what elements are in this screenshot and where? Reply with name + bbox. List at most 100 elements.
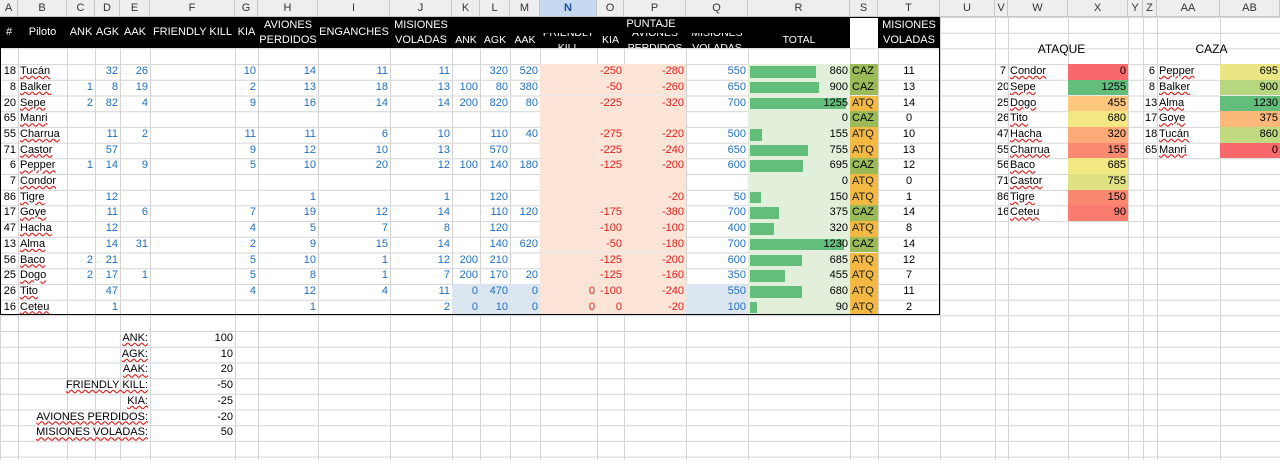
pilot-row-agk[interactable]: 82 [95,96,120,112]
ataque-row-total[interactable]: 755 [1068,174,1128,190]
pilot-row-ank[interactable] [67,174,95,190]
pilot-row-mv[interactable]: 10 [390,127,452,143]
ataque-row-total[interactable]: 320 [1068,126,1128,143]
pilot-row-p-ank[interactable]: 100 [452,158,480,174]
pilot-row-p-mv[interactable]: 100 [686,299,748,316]
caza-row-num[interactable]: 65 [1143,143,1157,159]
column-header-z[interactable]: Z [1143,0,1157,17]
pilot-row-num[interactable]: 16 [0,300,18,316]
pilot-row-p-kia[interactable]: -100 [597,221,624,237]
pilot-row-ap[interactable]: 5 [258,221,318,237]
pilot-row-num[interactable]: 65 [0,111,18,127]
pilot-row-p-ank[interactable] [452,205,480,221]
pilot-row-role[interactable]: ATQ [850,95,878,112]
pilot-row-p-ank[interactable] [452,64,480,80]
pilot-row-name[interactable]: Sepe [18,96,67,112]
ataque-row-num[interactable]: 56 [995,158,1008,174]
pilot-row-kia[interactable]: 7 [235,205,258,221]
pilot-row-ank[interactable] [67,300,95,316]
ataque-title[interactable]: ATAQUE [995,42,1128,58]
caza-row-num[interactable]: 8 [1143,80,1157,96]
pilot-row-num[interactable]: 20 [0,96,18,112]
pilot-row-p-fk[interactable]: 0 [540,283,597,300]
pilot-row-misiones[interactable]: 12 [878,158,940,174]
pilot-row-eng[interactable]: 10 [318,143,390,159]
column-header-f[interactable]: F [150,0,235,17]
pilot-row-p-mv[interactable]: 650 [686,80,748,96]
pilot-row-p-aak[interactable]: 380 [510,80,540,96]
pilot-row-role[interactable]: CAZ [850,64,878,80]
pilot-row-ap[interactable]: 10 [258,158,318,174]
pilot-row-p-ank[interactable]: 0 [452,299,480,316]
header-misiones-voladas[interactable]: MISIONES VOLADAS [390,17,452,49]
ataque-row-num[interactable]: 7 [995,64,1008,80]
pilot-row-fk[interactable] [150,111,235,127]
column-header-g[interactable]: G [235,0,258,17]
pilot-row-p-mv[interactable]: 700 [686,205,748,221]
pilot-row-ank[interactable]: 2 [67,253,95,269]
pilot-row-role[interactable]: CAZ [850,236,878,253]
pilot-row-num[interactable]: 7 [0,174,18,190]
pilot-row-mv[interactable] [390,174,452,190]
pilot-row-agk[interactable]: 14 [95,158,120,174]
ataque-row-total[interactable]: 0 [1068,64,1128,80]
pilot-row-agk[interactable]: 21 [95,253,120,269]
pilot-row-p-kia[interactable]: -50 [597,236,624,253]
pilot-row-name[interactable]: Charrua [18,127,67,143]
column-header-o[interactable]: O [597,0,624,17]
header-enganches[interactable]: ENGANCHES [318,17,390,49]
pilot-row-agk[interactable]: 47 [95,284,120,300]
scoring-label[interactable]: ANK: [0,331,150,347]
caza-row-name[interactable]: Pepper [1157,64,1220,80]
pilot-row-p-aak[interactable] [510,190,540,206]
pilot-row-ank[interactable] [67,127,95,143]
ataque-row-total[interactable]: 685 [1068,158,1128,174]
header-friendly-kill[interactable]: FRIENDLY KILL [150,17,235,49]
pilot-row-aak[interactable]: 9 [120,158,150,174]
caza-row-name[interactable]: Balker [1157,80,1220,96]
pilot-row-eng[interactable]: 6 [318,127,390,143]
pilot-row-aak[interactable]: 2 [120,127,150,143]
pilot-row-ank[interactable] [67,205,95,221]
scoring-value[interactable]: 10 [150,347,235,363]
pilot-row-p-mv[interactable]: 550 [686,64,748,80]
pilot-row-ap[interactable]: 1 [258,300,318,316]
pilot-row-name[interactable]: Balker [18,80,67,96]
pilot-row-p-aak[interactable]: 0 [510,299,540,316]
pilot-row-p-agk[interactable]: 820 [480,96,510,112]
pilot-row-p-ank[interactable] [452,221,480,237]
pilot-row-aak[interactable] [120,174,150,190]
pilot-row-role[interactable]: CAZ [850,205,878,222]
column-header-x[interactable]: X [1068,0,1128,17]
pilot-row-num[interactable]: 6 [0,158,18,174]
pilot-row-misiones[interactable]: 13 [878,143,940,159]
pilot-row-kia[interactable] [235,300,258,316]
ataque-row-name[interactable]: Charrua [1008,143,1068,159]
scoring-value[interactable]: -50 [150,378,235,394]
scoring-label[interactable]: AGK: [0,347,150,363]
pilot-row-fk[interactable] [150,253,235,269]
pilot-row-p-aak[interactable] [510,221,540,237]
column-header-c[interactable]: C [67,0,95,17]
pilot-row-p-agk[interactable]: 120 [480,221,510,237]
pilot-row-p-ank[interactable] [452,237,480,253]
pilot-row-misiones[interactable]: 11 [878,284,940,300]
pilot-row-fk[interactable] [150,80,235,96]
pilot-row-p-ap[interactable]: -100 [624,221,686,237]
ataque-row-name[interactable]: Dogo [1008,96,1068,112]
pilot-row-ank[interactable] [67,237,95,253]
column-header-b[interactable]: B [18,0,67,17]
pilot-row-ap[interactable]: 13 [258,80,318,96]
pilot-row-p-aak[interactable] [510,253,540,269]
pilot-row-fk[interactable] [150,237,235,253]
pilot-row-eng[interactable] [318,300,390,316]
pilot-row-p-agk[interactable] [480,174,510,190]
header-piloto[interactable]: Piloto [18,17,67,49]
header-puntaje[interactable]: PUNTAJE [452,17,850,33]
pilot-row-misiones[interactable]: 12 [878,253,940,269]
pilot-row-agk[interactable] [95,174,120,190]
pilot-row-p-mv[interactable] [686,111,748,127]
ataque-row-name[interactable]: Sepe [1008,80,1068,96]
pilot-row-role[interactable]: ATQ [850,142,878,159]
pilot-row-p-fk[interactable] [540,205,597,222]
